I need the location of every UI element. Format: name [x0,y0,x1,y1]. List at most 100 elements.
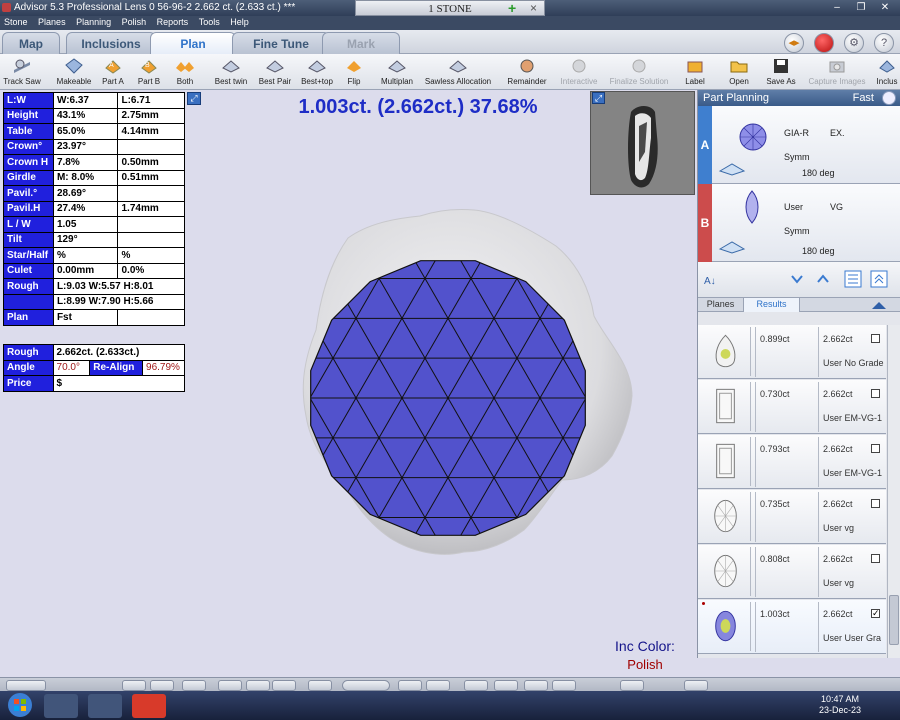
interactive-button[interactable]: Interactive [556,56,602,88]
taskbar-app-anydesk[interactable] [132,694,166,718]
param-label: Star/Half [3,247,54,264]
close-stone-button[interactable]: × [530,1,537,15]
makeable-button[interactable]: Makeable [52,56,96,88]
view-button-12[interactable] [524,680,548,691]
stone-tab[interactable]: 1 STONE [355,0,545,16]
camera-icon [829,61,845,73]
taskbar-app-advisor[interactable] [44,694,78,718]
finalize-solution-button[interactable]: Finalize Solution [606,56,672,88]
open-button[interactable]: Open [724,56,754,88]
inclusions-icon [879,60,895,73]
menu-reports[interactable]: Reports [153,16,193,28]
best-top-button[interactable]: Best+top [298,56,336,88]
stone-3d-view[interactable] [260,180,680,600]
view-button-8[interactable] [398,680,422,691]
result-row[interactable]: 0.730ct 2.662ct User EM-VG-1 [698,380,886,434]
menu-polish[interactable]: Polish [118,16,151,28]
tab-fine-tune[interactable]: Fine Tune [232,32,330,54]
toggle-view-button[interactable]: ◂▸ [784,33,804,53]
result-checkbox[interactable] [871,554,880,563]
both-button[interactable]: Both [170,56,200,88]
tab-results[interactable]: Results [744,298,800,312]
label-button[interactable]: Label [680,56,710,88]
view-button-10[interactable] [464,680,488,691]
result-checkbox[interactable] [871,389,880,398]
record-button[interactable] [814,33,834,53]
close-button[interactable]: ✕ [874,0,896,16]
view-button-4[interactable] [218,680,242,691]
capture-images-button[interactable]: Capture Images [804,56,870,88]
sort-icon[interactable]: A↓ [704,272,720,288]
best-twin-button[interactable]: Best twin [212,56,250,88]
oval-icon [714,547,751,596]
result-checkbox[interactable] [871,444,880,453]
menu-help[interactable]: Help [226,16,253,28]
track-saw-button[interactable]: Track Saw [0,56,44,88]
view-button-15[interactable] [684,680,708,691]
inclusions-button[interactable]: Inclus [874,56,900,88]
profile-icon [718,163,746,176]
best-pair-button[interactable]: Best Pair [256,56,294,88]
sawless-allocation-button[interactable]: Sawless Allocation [420,56,496,88]
result-checkbox[interactable]: ✓ [871,609,880,618]
part-a-button[interactable]: A Part A [98,56,128,88]
part-a-row[interactable]: A GIA-R EX. Symm 180 deg [698,106,900,184]
mode-settings-icon[interactable] [882,91,896,105]
help-button[interactable]: ? [874,33,894,53]
flip-button[interactable]: Flip [340,56,368,88]
result-checkbox[interactable] [871,334,880,343]
result-row[interactable]: 0.735ct 2.662ct User vg [698,490,886,544]
view-button-7[interactable] [308,680,332,691]
part-b-button[interactable]: B Part B [134,56,164,88]
tab-inclusions[interactable]: Inclusions [66,32,156,54]
save-as-button[interactable]: Save As [762,56,800,88]
tab-planes[interactable]: Planes [698,298,744,312]
multiplan-button[interactable]: Multiplan [378,56,416,88]
planning-mode[interactable]: Fast [853,90,874,106]
menu-tools[interactable]: Tools [195,16,224,28]
tab-plan[interactable]: Plan [150,32,236,54]
result-checkbox[interactable] [871,499,880,508]
maximize-button[interactable]: ❐ [850,0,872,16]
part-b-row[interactable]: B User VG Symm 180 deg [698,184,900,262]
menu-planes[interactable]: Planes [34,16,70,28]
chevron-up-icon[interactable] [816,274,830,284]
param-label: Tilt [3,231,54,248]
checklist-icon[interactable] [844,270,862,288]
view-button-1[interactable] [122,680,146,691]
minimize-button[interactable]: – [826,0,848,16]
realign-button[interactable]: Re-Align [89,359,144,376]
interactive-icon [572,59,586,73]
angle-value[interactable]: 70.0° [52,359,91,376]
collapse-icon[interactable] [870,300,888,310]
param-label: L / W [3,216,54,233]
view-mode-button[interactable] [6,680,46,691]
result-row[interactable]: 0.793ct 2.662ct User EM-VG-1 [698,435,886,489]
tab-mark[interactable]: Mark [322,32,400,54]
view-button-9[interactable] [426,680,450,691]
results-scrollbar[interactable] [887,325,900,658]
result-row[interactable]: 0.899ct 2.662ct User No Grade [698,325,886,379]
thumbnail-expand-icon[interactable]: ⤢ [592,92,605,104]
view-button-6[interactable] [272,680,296,691]
view-button-13[interactable] [552,680,576,691]
rotate-control[interactable] [342,680,390,691]
view-button-2[interactable] [150,680,174,691]
settings-button[interactable]: ⚙ [844,33,864,53]
scroll-thumb[interactable] [889,595,899,645]
add-stone-button[interactable]: + [508,1,516,15]
view-button-14[interactable] [620,680,644,691]
chevron-down-icon[interactable] [790,274,804,284]
view-button-11[interactable] [494,680,518,691]
view-button-5[interactable] [246,680,270,691]
result-row[interactable]: 1.003ct 2.662ct ✓ User User Gra [698,600,886,654]
start-button-icon[interactable] [2,691,38,720]
taskbar-app-explorer[interactable] [88,694,122,718]
view-button-3[interactable] [182,680,206,691]
tab-map[interactable]: Map [2,32,60,54]
remainder-button[interactable]: Remainder [504,56,550,88]
menu-planning[interactable]: Planning [72,16,115,28]
result-row[interactable]: 0.808ct 2.662ct User vg [698,545,886,599]
expand-all-icon[interactable] [870,270,888,288]
menu-stone[interactable]: Stone [0,16,32,28]
